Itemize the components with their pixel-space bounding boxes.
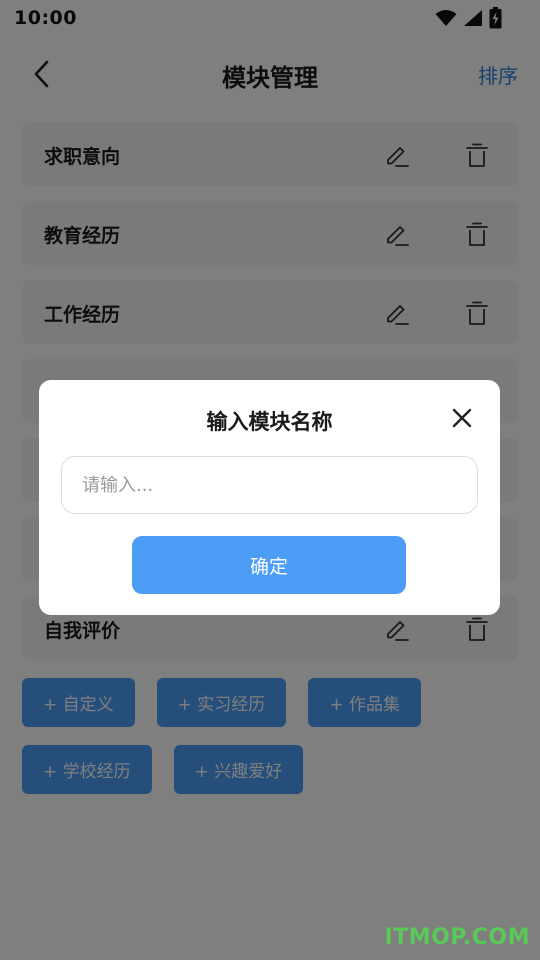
close-button[interactable]	[450, 406, 474, 430]
module-name-input[interactable]	[61, 456, 478, 514]
dialog-title: 输入模块名称	[206, 410, 333, 434]
watermark: ITMOP.COM	[384, 925, 530, 950]
module-name-dialog: 输入模块名称 确定	[39, 380, 500, 615]
confirm-button[interactable]: 确定	[132, 536, 406, 594]
close-icon	[452, 408, 472, 428]
